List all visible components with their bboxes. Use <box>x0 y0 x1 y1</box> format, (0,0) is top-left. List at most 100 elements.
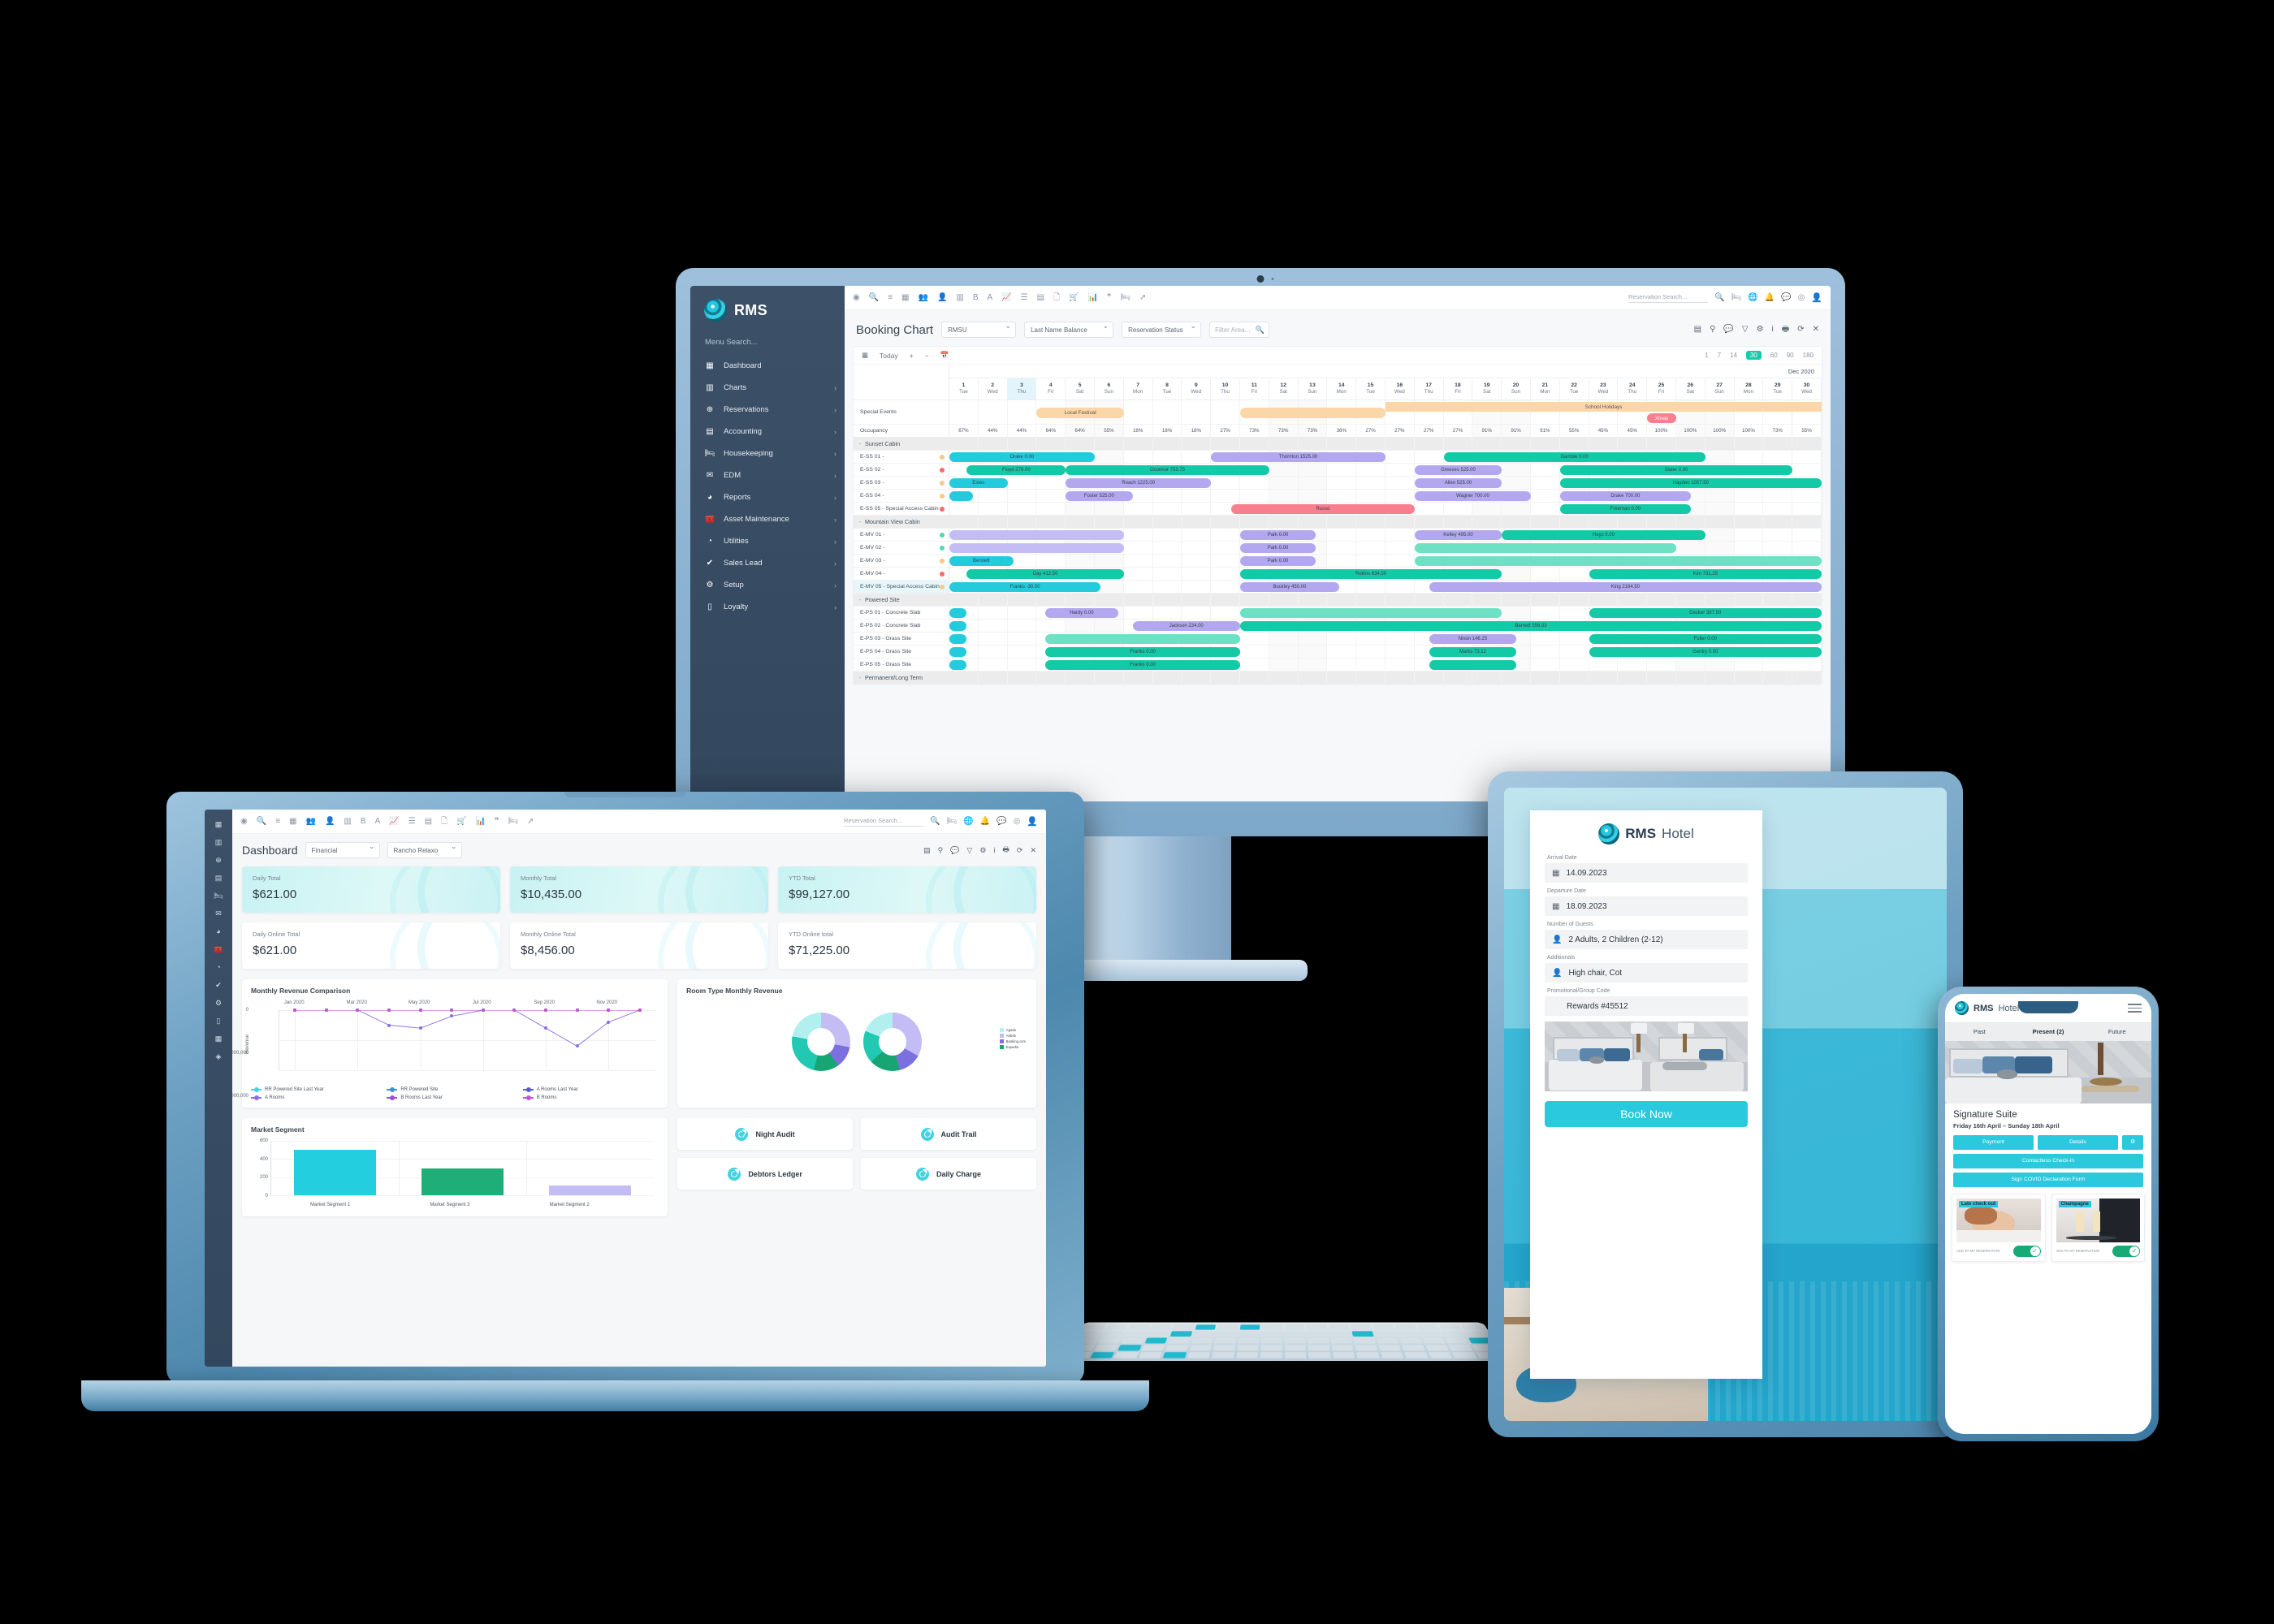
cell[interactable] <box>1327 542 1357 554</box>
day-header-cell[interactable]: 7 Mon <box>1124 378 1153 400</box>
cell[interactable] <box>1386 581 1415 593</box>
day-header-cell[interactable]: 18 Fri <box>1444 378 1473 400</box>
cell[interactable] <box>1763 451 1793 463</box>
document-icon[interactable]: 🗋 <box>1053 293 1060 302</box>
rail-icon-11[interactable]: ▯ <box>217 1017 221 1025</box>
arrow-icon[interactable]: ➚ <box>527 817 534 826</box>
upsell-card[interactable]: Champagne ADD TO MY RESERVATION <box>2051 1194 2145 1262</box>
cart-icon[interactable]: 🛒 <box>456 817 466 826</box>
room-row-label[interactable]: E-MV 02 - <box>854 542 949 555</box>
bed-icon[interactable]: 🛏 <box>1120 293 1131 302</box>
cell[interactable] <box>1735 451 1764 463</box>
cell[interactable] <box>1386 646 1415 658</box>
reservation-bar[interactable] <box>949 543 1124 553</box>
cell[interactable] <box>1182 490 1212 502</box>
room-group-label[interactable]: Permanent/Long Term <box>854 672 949 685</box>
field-input[interactable]: 👤 High chair, Cot <box>1545 963 1748 983</box>
special-event[interactable]: Xmas <box>1647 413 1676 423</box>
reservation-bar[interactable]: Franks 0.00 <box>1045 660 1240 670</box>
reservation-bar[interactable]: Greeves 525.00 <box>1414 465 1502 475</box>
sidebar-item-sales-lead[interactable]: ✔ Sales Lead › <box>690 552 845 574</box>
cell[interactable] <box>979 503 1008 515</box>
cell[interactable] <box>1356 542 1386 554</box>
reservation-bar[interactable] <box>949 647 967 657</box>
day-header-cell[interactable]: 15 Tue <box>1356 378 1386 400</box>
cell[interactable] <box>1269 646 1299 658</box>
reservation-bar[interactable] <box>949 491 973 501</box>
cell[interactable] <box>1124 503 1153 515</box>
cell[interactable] <box>1240 646 1269 658</box>
cell[interactable] <box>1356 659 1386 671</box>
cell[interactable] <box>1182 581 1212 593</box>
reservation-bar[interactable]: Decker 387.50 <box>1589 608 1822 618</box>
rail-icon-2[interactable]: ⊕ <box>215 857 222 864</box>
cell[interactable] <box>1386 633 1415 645</box>
cell[interactable] <box>1036 555 1066 567</box>
print-icon[interactable]: 🖶 <box>1002 844 1009 857</box>
cell[interactable] <box>1356 633 1386 645</box>
special-event[interactable]: Local Festival <box>1036 408 1124 418</box>
sidebar-item-charts[interactable]: ▥ Charts › <box>690 377 845 399</box>
quick-action-daily-charge[interactable]: Daily Charge <box>861 1158 1036 1190</box>
day-header-cell[interactable]: 9 Wed <box>1182 378 1212 400</box>
cell[interactable] <box>1763 529 1793 541</box>
dashboard-type-select[interactable]: Financial <box>305 842 380 858</box>
sidebar-item-edm[interactable]: ✉ EDM › <box>690 464 845 486</box>
day-header-cell[interactable]: 22 Tue <box>1560 378 1589 400</box>
cell[interactable] <box>1386 464 1415 476</box>
legend-item[interactable]: A Rooms Last Year <box>522 1086 659 1092</box>
day-header-cell[interactable]: 6 Sun <box>1095 378 1124 400</box>
room-row-label[interactable]: E-SS 01 - <box>854 451 949 464</box>
room-row-label[interactable]: E-SS 02 - <box>854 464 949 477</box>
cell[interactable] <box>1240 659 1269 671</box>
cell[interactable] <box>1298 477 1328 489</box>
reservation-bar[interactable]: Oconnor 753.75 <box>1066 465 1269 475</box>
cell[interactable] <box>979 490 1008 502</box>
cell[interactable] <box>1792 542 1822 554</box>
special-event[interactable] <box>1240 408 1386 418</box>
cell[interactable] <box>1153 490 1182 502</box>
cell[interactable] <box>1327 633 1357 645</box>
room-row-label[interactable]: E-SS 04 - <box>854 490 949 503</box>
day-header-cell[interactable]: 3 Thu <box>1007 378 1037 400</box>
cell[interactable] <box>1560 646 1589 658</box>
quick-action-night-audit[interactable]: Night Audit <box>677 1118 854 1150</box>
chat-icon[interactable]: 💬 <box>996 817 1006 826</box>
cell[interactable] <box>1531 659 1560 671</box>
cell[interactable] <box>1124 607 1153 619</box>
cell[interactable] <box>1211 555 1240 567</box>
cell[interactable] <box>1386 555 1415 567</box>
reservation-bar[interactable]: Hayden 1057.50 <box>1559 478 1822 488</box>
reservation-bar[interactable]: Day 412.50 <box>966 569 1124 579</box>
bell-icon[interactable]: 🔔 <box>1765 293 1775 302</box>
cell[interactable] <box>1124 568 1153 580</box>
cell[interactable] <box>1386 542 1415 554</box>
legend-item[interactable]: Expedia <box>999 1045 1026 1049</box>
cell[interactable] <box>1211 490 1240 502</box>
special-event[interactable]: School Holidays <box>1386 402 1822 412</box>
reservation-bar[interactable] <box>949 621 967 631</box>
day-header-cell[interactable]: 2 Wed <box>979 378 1008 400</box>
cell[interactable] <box>1386 490 1415 502</box>
cell[interactable] <box>1240 477 1269 489</box>
cell[interactable] <box>1356 646 1386 658</box>
cell[interactable] <box>1792 490 1822 502</box>
cell[interactable] <box>1531 633 1560 645</box>
cell[interactable] <box>1763 542 1793 554</box>
info-icon[interactable]: i <box>1772 326 1774 334</box>
bell-icon[interactable]: 🔔 <box>980 817 990 826</box>
close-icon[interactable]: ✕ <box>1813 326 1819 334</box>
cell[interactable] <box>1735 490 1764 502</box>
day-header-cell[interactable]: 20 Sun <box>1502 378 1531 400</box>
cell[interactable] <box>1705 542 1735 554</box>
cell[interactable] <box>1008 633 1037 645</box>
cell[interactable] <box>979 646 1008 658</box>
cell[interactable] <box>1008 659 1037 671</box>
zoom-in-button[interactable]: + <box>910 352 914 360</box>
day-header-cell[interactable]: 24 Thu <box>1618 378 1648 400</box>
sidebar-item-utilities[interactable]: ◔ Utilities › <box>690 530 845 552</box>
rail-icon-7[interactable]: 🧰 <box>214 946 223 953</box>
reservation-bar[interactable] <box>949 608 967 618</box>
cell[interactable] <box>1036 490 1066 502</box>
room-row-label[interactable]: E-MV 03 - <box>854 555 949 568</box>
